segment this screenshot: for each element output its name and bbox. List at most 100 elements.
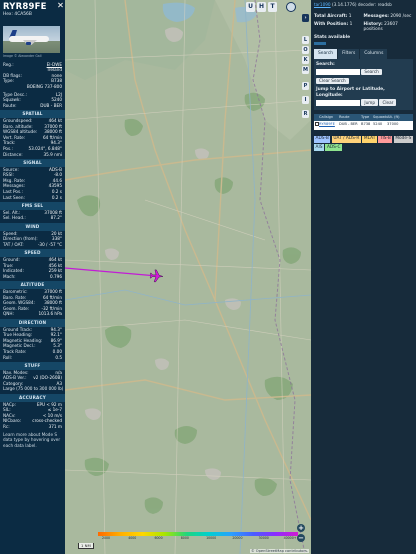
tab-columns[interactable]: Columns [360, 49, 388, 59]
direction-list: Ground Track: 94.3° True Heading: 92.1° Magn… [0, 327, 65, 361]
map-button-k[interactable]: K [302, 56, 309, 64]
map-canvas[interactable] [65, 0, 311, 554]
signal-row: Last Seen: 0.2 s [0, 195, 65, 201]
section-stuff: STUFF [0, 362, 65, 370]
with-position-label: With Position: [314, 21, 349, 27]
jump-label: Jump to Airport or Latitude, Longitude: [316, 87, 385, 98]
map-button-r[interactable]: R [302, 110, 309, 118]
map-button-h[interactable]: H [257, 2, 266, 12]
table-header: Callsign Route Type Squawk Alt. (ft) [314, 113, 413, 122]
map-attribution[interactable]: © OpenStreetMap contributors. [250, 549, 309, 553]
source-chip[interactable]: AIS [314, 144, 324, 151]
legend-tick-label: 2000 [101, 536, 111, 540]
aircraft-info-panel: RYR89FE Hex: 4CA56B Image © Alexander Ga… [0, 0, 65, 554]
fms-row: Sel. Head.: 87.2° [0, 215, 65, 221]
clear-jump-button[interactable]: Clear [379, 99, 397, 106]
source-chip[interactable]: MLAT [362, 135, 377, 143]
legend-tick-label: 4000 [128, 536, 137, 540]
category-note-row: Large (75 000 to 300 000 lb) [0, 386, 65, 392]
map-button-u[interactable]: U [246, 2, 255, 12]
source-chip[interactable]: ADS-B [314, 135, 331, 143]
map-button-i[interactable]: I [302, 96, 309, 104]
stats-available[interactable]: Stats available [314, 35, 364, 41]
clear-search-button[interactable]: Clear Search [316, 77, 349, 85]
table-row[interactable]: RYR89FE DUB - BER B738 5240 37000 [314, 121, 413, 130]
source-chip[interactable]: TIS-B [378, 135, 393, 143]
spatial-row: Distance: 35.9 nmi [0, 152, 65, 158]
map-button-t[interactable]: T [268, 2, 277, 12]
search-input[interactable] [316, 68, 360, 75]
speed-row: Mach: 0.796 [0, 274, 65, 280]
row-callsign[interactable]: RYR89FE [318, 121, 338, 130]
spatial-label: Distance: [3, 151, 23, 157]
legend-tick-label: 30000 [258, 536, 269, 540]
altitude-list: Barometric: 37000 ft Baro. Rate: 64 ft/min G… [0, 289, 65, 317]
fms-label: Sel. Head.: [3, 215, 26, 221]
direction-label: Roll: [3, 354, 13, 360]
forest-patches [77, 92, 301, 514]
map-button-m[interactable]: M [302, 66, 309, 74]
tar1090-link[interactable]: tar1090 [314, 2, 331, 7]
column-callsign[interactable]: Callsign [318, 114, 338, 122]
zoom-out-button[interactable]: − [297, 534, 305, 542]
altitude-label: QNH: [3, 311, 14, 317]
map-button-o[interactable]: O [302, 46, 309, 54]
spatial-value: 35.9 nmi [43, 151, 62, 157]
search-button[interactable]: Search [361, 68, 382, 76]
tab-search[interactable]: Search [314, 49, 338, 59]
map-view[interactable]: U H T › L O K M P I R + − 2000 4000 6000 80… [65, 0, 311, 554]
stats-grid: Total Aircraft: 1 Messages: 2090 /sec Wi… [311, 12, 416, 40]
source-legend: ADS-B UAT / ADS-R MLAT TIS-B Mode-S AIS ADS-C [314, 135, 413, 151]
altitude-legend: 2000 4000 6000 8000 10000 20000 30000 40000+ [98, 532, 298, 542]
aircraft-hex[interactable]: Hex: 4CA56B [3, 12, 63, 18]
photo-credit[interactable]: Image © Alexander Gall [3, 54, 62, 60]
flight-track-line [65, 267, 158, 277]
settings-gear-icon[interactable] [286, 2, 296, 12]
signal-list: Source: ADS-B RSSI: -8.0 Msg. Rate: 44.6 Messa… [0, 167, 65, 201]
accuracy-list: NACp: EPU < 92 m SIL: ≤ 1e-7 NACv: < 10 m/s NI… [0, 402, 65, 430]
accuracy-label: Rc: [3, 424, 10, 430]
direction-value: 0.5 [55, 354, 62, 360]
column-route[interactable]: Route [338, 114, 360, 122]
fms-list: Sel. Alt.: 37008 ft Sel. Head.: 87.2° [0, 210, 65, 221]
wind-list: Speed: 20 kt Direction (from): 338° TAT / OA… [0, 231, 65, 248]
learn-more-note: Learn more about Mode S data type by hov… [3, 431, 61, 448]
column-squawk[interactable]: Squawk [372, 114, 387, 122]
search-label: Search: [316, 61, 335, 67]
section-speed: SPEED [0, 249, 65, 257]
speed-value: 0.796 [50, 273, 62, 279]
sidebar-toggle-arrow-icon[interactable]: › [302, 14, 309, 22]
spatial-list: Groundspeed: 464 kt Baro. altitude: 37000 f… [0, 118, 65, 157]
aircraft-header: RYR89FE Hex: 4CA56B [0, 0, 65, 26]
messages-value: 2090 /sec [390, 14, 412, 19]
section-spatial: SPATIAL [0, 110, 65, 118]
jump-button[interactable]: Jump [361, 99, 379, 106]
legend-tick-label: 20000 [232, 536, 243, 540]
tab-filters[interactable]: Filters [338, 49, 360, 59]
section-accuracy: ACCURACY [0, 394, 65, 402]
version-text: (3.14.1776) decoder: readsb [331, 2, 392, 7]
route-row: Route: DUB - BER [0, 103, 65, 109]
column-altitude[interactable]: Alt. (ft) [386, 114, 401, 122]
map-button-p[interactable]: P [302, 82, 309, 90]
aircraft-photo[interactable] [3, 26, 60, 53]
source-chip[interactable]: UAT / ADS-R [331, 135, 361, 143]
jump-input[interactable] [316, 99, 360, 106]
section-wind: WIND [0, 223, 65, 231]
speed-label: Mach: [3, 273, 16, 279]
route-label: Route: [3, 102, 17, 108]
column-type[interactable]: Type [360, 114, 372, 122]
map-button-l[interactable]: L [302, 36, 309, 44]
close-icon[interactable] [57, 2, 63, 8]
section-signal: SIGNAL [0, 159, 65, 167]
wind-label: TAT / OAT: [3, 241, 24, 247]
total-aircraft-label: Total Aircraft: [314, 14, 348, 19]
zoom-in-button[interactable]: + [297, 524, 305, 532]
source-chip[interactable]: Mode-S [393, 135, 413, 143]
with-position-value: 1 [349, 21, 353, 27]
source-chip[interactable]: ADS-C [325, 144, 342, 151]
legend-tick-label: 40000+ [283, 536, 297, 540]
row-altitude: 37000 [387, 122, 399, 127]
direction-row: Roll: 0.5 [0, 355, 65, 361]
messages-label: Messages: [363, 14, 389, 19]
